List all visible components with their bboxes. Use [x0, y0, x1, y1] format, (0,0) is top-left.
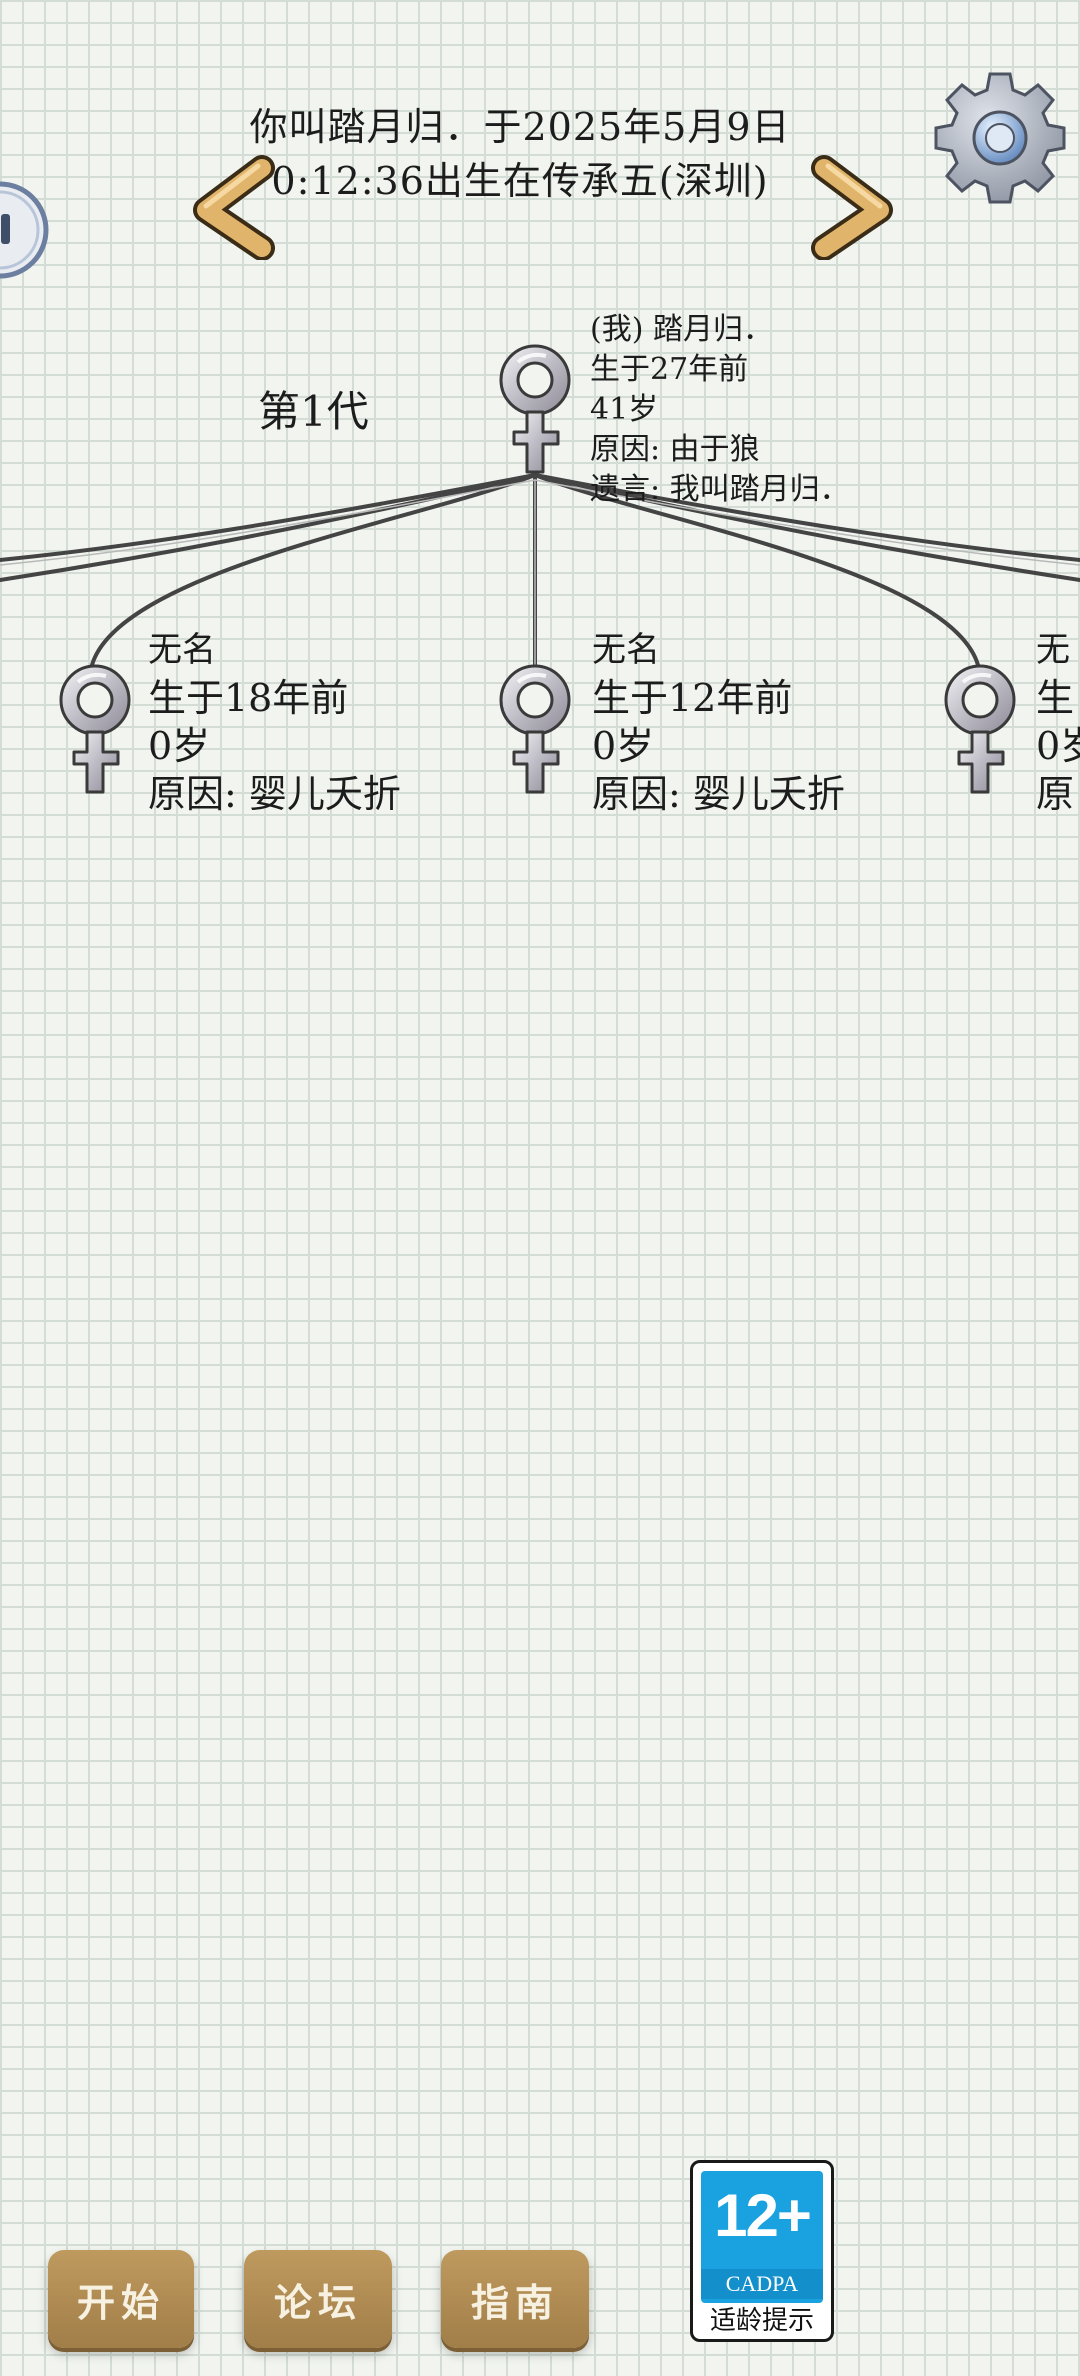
- age-rating-value: 12+: [714, 2182, 812, 2249]
- me-born: 生于27年前: [590, 352, 749, 387]
- child-name: 无名: [148, 630, 216, 670]
- me-name: (我) 踏月归．: [590, 312, 773, 347]
- me-last-words: 遗言: 我叫踏月归．: [590, 472, 850, 507]
- me-death-reason: 原因: 由于狼: [590, 432, 760, 467]
- me-info: (我) 踏月归． 生于27年前 41岁 原因: 由于狼 遗言: 我叫踏月归．: [590, 310, 850, 510]
- age-rating-caption: 适龄提示: [709, 2306, 814, 2336]
- child-death-reason: 原因: 婴儿夭折: [148, 772, 401, 816]
- child-info: 无 生 0岁 原: [1036, 626, 1080, 818]
- child-name: 无名: [592, 630, 660, 670]
- child-name: 无: [1036, 630, 1070, 670]
- start-button[interactable]: 开始: [48, 2250, 194, 2348]
- birth-info-line-1: 你叫踏月归．于2025年5月9日: [249, 105, 791, 149]
- child-born: 生: [1036, 676, 1075, 720]
- female-symbol-icon[interactable]: [935, 660, 1025, 800]
- child-info: 无名 生于12年前 0岁 原因: 婴儿夭折: [592, 626, 845, 818]
- female-symbol-icon[interactable]: [490, 660, 580, 800]
- birth-info-title: 你叫踏月归．于2025年5月9日 0:12:36出生在传承五(深圳): [200, 100, 840, 208]
- me-age: 41岁: [590, 392, 659, 427]
- prev-chevron-left-icon[interactable]: [176, 150, 276, 260]
- child-age: 0岁: [148, 724, 211, 768]
- age-rating-panel: 12+ CADPA: [701, 2171, 823, 2303]
- gear-icon[interactable]: [930, 68, 1070, 208]
- child-born: 生于18年前: [148, 676, 349, 720]
- next-chevron-right-icon[interactable]: [810, 150, 910, 260]
- child-death-reason: 原因: 婴儿夭折: [592, 772, 845, 816]
- child-age: 0岁: [1036, 724, 1080, 768]
- female-symbol-icon[interactable]: [490, 340, 580, 480]
- guide-button[interactable]: 指南: [441, 2250, 589, 2348]
- generation-label: 第1代: [258, 387, 369, 436]
- forum-button[interactable]: 论坛: [244, 2250, 392, 2348]
- child-death-reason: 原: [1036, 772, 1075, 816]
- birth-info-line-2: 0:12:36出生在传承五(深圳): [271, 159, 769, 203]
- female-symbol-icon[interactable]: [50, 660, 140, 800]
- child-info: 无名 生于18年前 0岁 原因: 婴儿夭折: [148, 626, 401, 818]
- child-age: 0岁: [592, 724, 655, 768]
- child-born: 生于12年前: [592, 676, 793, 720]
- age-rating-badge[interactable]: 12+ CADPA 适龄提示: [690, 2160, 834, 2342]
- age-rating-org: CADPA: [701, 2269, 823, 2299]
- pause-icon[interactable]: [0, 180, 50, 280]
